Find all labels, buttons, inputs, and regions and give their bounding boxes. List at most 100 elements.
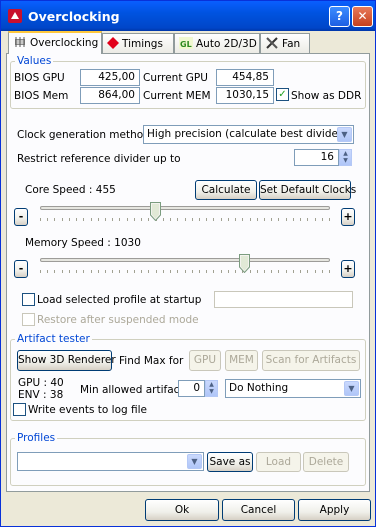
tab-label: Timings xyxy=(122,38,163,50)
bios-gpu-field[interactable]: 425,00 xyxy=(80,69,140,86)
spin-down-icon[interactable]: ▼ xyxy=(206,388,217,395)
slider-tick xyxy=(91,270,92,273)
slider-tick xyxy=(76,218,77,221)
slider-tick xyxy=(134,270,135,273)
slider-tick xyxy=(307,270,308,273)
slider-tick xyxy=(250,270,251,273)
slider-tick xyxy=(293,270,294,273)
values-legend: Values xyxy=(15,55,54,67)
slider-tick xyxy=(300,270,301,273)
slider-tick xyxy=(83,218,84,221)
slider-tick xyxy=(69,270,70,273)
find-max-mem-button[interactable]: MEM xyxy=(225,350,258,371)
slider-tick xyxy=(192,218,193,221)
chevron-down-icon[interactable]: ▼ xyxy=(187,454,202,469)
slider-tick xyxy=(329,270,330,273)
spin-down-icon[interactable]: ▼ xyxy=(340,157,351,164)
slider-tick xyxy=(257,218,258,221)
tab-fan[interactable]: Fan xyxy=(260,33,310,53)
overclocking-window: Overclocking ? ✕ Overclocking Timings GL… xyxy=(0,0,376,527)
spin-up-icon[interactable]: ▲ xyxy=(206,381,217,388)
slider-tick xyxy=(307,218,308,221)
slider-tick xyxy=(119,270,120,273)
slider-tick xyxy=(235,218,236,221)
scan-artifacts-button[interactable]: Scan for Artifacts xyxy=(262,350,360,371)
write-log-label: Write events to log file xyxy=(28,404,147,416)
close-button[interactable]: ✕ xyxy=(352,6,373,27)
show-ddr-checkbox[interactable]: ✓ xyxy=(276,88,289,101)
artifact-tester-group: Artifact tester Show 3D Renderer Find Ma… xyxy=(10,333,366,421)
profile-name-field[interactable] xyxy=(214,291,353,308)
app-icon xyxy=(8,9,22,23)
restrict-divider-spinner[interactable]: ▲ ▼ xyxy=(339,149,352,166)
delete-button[interactable]: Delete xyxy=(303,452,349,472)
current-gpu-field[interactable]: 454,85 xyxy=(216,69,274,86)
slider-tick xyxy=(141,218,142,221)
slider-tick xyxy=(206,218,207,221)
slider-tick xyxy=(206,270,207,273)
slider-tick xyxy=(163,218,164,221)
bios-gpu-label: BIOS GPU xyxy=(14,72,65,84)
slider-tick xyxy=(54,218,55,221)
slider-tick xyxy=(177,270,178,273)
chip-icon xyxy=(15,37,25,47)
load-button[interactable]: Load xyxy=(256,452,301,472)
slider-tick xyxy=(286,218,287,221)
slider-tick xyxy=(213,218,214,221)
restrict-divider-field[interactable]: 16 xyxy=(294,149,339,166)
profiles-select[interactable]: ▼ xyxy=(17,452,204,471)
tab-timings[interactable]: Timings xyxy=(102,33,174,53)
slider-thumb[interactable] xyxy=(239,254,250,273)
slider-tick xyxy=(199,218,200,221)
ok-button[interactable]: Ok xyxy=(145,499,219,521)
profiles-group: Profiles ▼ Save as Load Delete xyxy=(10,432,366,486)
slider-thumb[interactable] xyxy=(150,202,161,221)
slider-tick xyxy=(271,218,272,221)
core-speed-slider[interactable] xyxy=(40,202,330,226)
bios-mem-field[interactable]: 864,00 xyxy=(80,87,140,104)
min-artifacts-spinner[interactable]: ▲ ▼ xyxy=(205,380,218,397)
slider-tick xyxy=(242,218,243,221)
help-button[interactable]: ? xyxy=(329,6,350,27)
save-as-button[interactable]: Save as xyxy=(207,452,253,472)
slider-tick xyxy=(199,270,200,273)
slider-tick xyxy=(98,218,99,221)
slider-tick xyxy=(105,270,106,273)
slider-tick xyxy=(228,218,229,221)
slider-tick xyxy=(250,218,251,221)
find-max-gpu-button[interactable]: GPU xyxy=(189,350,221,371)
slider-tick xyxy=(257,270,258,273)
current-mem-field[interactable]: 1030,15 xyxy=(216,87,274,104)
chevron-down-icon[interactable]: ▼ xyxy=(344,381,359,396)
set-default-clocks-button[interactable]: Set Default Clocks xyxy=(259,180,356,200)
min-artifacts-field[interactable]: 0 xyxy=(178,380,205,397)
restore-checkbox[interactable] xyxy=(22,313,35,326)
restrict-divider-label: Restrict reference divider up to xyxy=(17,153,181,165)
core-plus-button[interactable]: + xyxy=(341,208,355,226)
memory-minus-button[interactable]: - xyxy=(14,260,28,278)
slider-tick xyxy=(177,218,178,221)
slider-tick xyxy=(300,218,301,221)
show-3d-renderer-button[interactable]: Show 3D Renderer xyxy=(17,350,116,371)
slider-tick xyxy=(192,270,193,273)
tab-auto-2d3d[interactable]: GL Auto 2D/3D xyxy=(174,33,260,53)
memory-speed-slider[interactable] xyxy=(40,254,330,278)
spin-up-icon[interactable]: ▲ xyxy=(340,150,351,157)
core-minus-button[interactable]: - xyxy=(14,208,28,226)
overclocking-panel: Values BIOS GPU 425,00 BIOS Mem 864,00 C… xyxy=(6,53,370,492)
artifact-action-select[interactable]: Do Nothing ▼ xyxy=(225,379,361,398)
cancel-button[interactable]: Cancel xyxy=(222,499,295,521)
slider-tick xyxy=(127,270,128,273)
write-log-checkbox[interactable] xyxy=(13,403,26,416)
memory-plus-button[interactable]: + xyxy=(341,260,355,278)
slider-tick xyxy=(170,218,171,221)
apply-button[interactable]: Apply xyxy=(298,499,371,521)
slider-tick xyxy=(185,218,186,221)
clock-method-select[interactable]: High precision (calculate best divider) … xyxy=(143,125,354,144)
calculate-button[interactable]: Calculate xyxy=(195,180,257,200)
load-profile-checkbox[interactable] xyxy=(22,293,35,306)
title-bar[interactable]: Overclocking ? ✕ xyxy=(1,1,375,31)
tab-overclocking[interactable]: Overclocking xyxy=(8,31,102,54)
slider-tick xyxy=(119,218,120,221)
chevron-down-icon[interactable]: ▼ xyxy=(337,127,352,142)
